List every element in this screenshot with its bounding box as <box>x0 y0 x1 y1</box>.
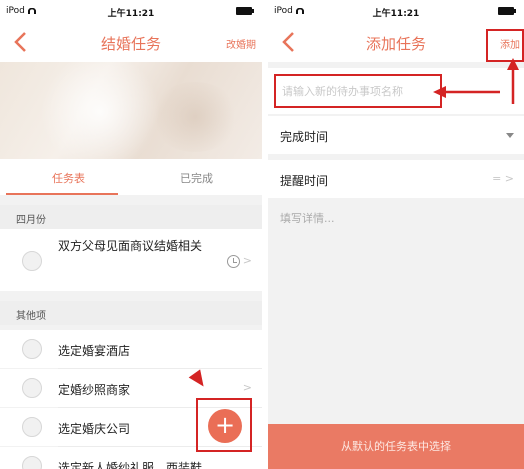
status-bar: iPod 上午11:21 <box>268 0 524 22</box>
chevron-right-icon: > <box>242 254 252 267</box>
chevron-right-icon: > <box>242 381 252 394</box>
item-label: 选定婚宴酒店 <box>58 344 131 358</box>
banner-image <box>0 62 262 159</box>
item-label: 定婚纱照商家 <box>58 383 131 397</box>
task-name-row <box>268 68 524 114</box>
nav-bar: 结婚任务 改婚期 <box>0 22 262 62</box>
page-title: 结婚任务 <box>100 35 161 53</box>
section-header: 四月份 <box>0 205 262 229</box>
task-name-input[interactable] <box>274 74 442 108</box>
list-item[interactable]: 选定婚宴酒店 <box>0 330 262 368</box>
item-label: 选定新人婚纱礼服、西装鞋 <box>58 461 203 469</box>
left-screen: iPod 上午11:21 结婚任务 改婚期 任务表 已完成 四月份 双方父母见面… <box>0 0 262 469</box>
remind-time-row[interactable]: 提醒时间 = > <box>268 160 524 198</box>
dropdown-triangle-icon <box>506 133 514 138</box>
change-date-button[interactable]: 改婚期 <box>226 36 256 51</box>
battery-icon <box>236 7 254 15</box>
checkbox[interactable] <box>22 417 42 437</box>
choose-from-default-button[interactable]: 从默认的任务表中选择 <box>268 424 524 469</box>
active-tab-indicator <box>6 193 118 195</box>
details-area <box>268 202 524 424</box>
item-label: 双方父母见面商议结婚相关 <box>58 239 203 253</box>
tab-bar: 任务表 已完成 <box>0 159 262 195</box>
annotation-box <box>486 29 524 62</box>
status-time: 上午11:21 <box>372 9 420 19</box>
battery-icon <box>498 7 516 15</box>
list-item[interactable]: 双方父母见面商议结婚相关 > <box>0 229 262 291</box>
chevron-right-icon: = > <box>492 172 514 185</box>
section-header: 其他项 <box>0 301 262 325</box>
tab-task-list[interactable]: 任务表 <box>52 170 85 186</box>
annotation-box <box>196 398 252 452</box>
status-time: 上午11:21 <box>107 9 155 19</box>
due-time-label: 完成时间 <box>280 130 329 144</box>
item-label: 选定婚庆公司 <box>58 422 131 436</box>
status-bar: iPod 上午11:21 <box>0 0 262 22</box>
checkbox[interactable] <box>22 378 42 398</box>
details-input[interactable] <box>280 210 510 290</box>
clock-icon <box>227 255 240 268</box>
due-time-row[interactable]: 完成时间 <box>268 116 524 154</box>
checkbox[interactable] <box>22 456 42 469</box>
tab-completed[interactable]: 已完成 <box>180 170 213 186</box>
checkbox[interactable] <box>22 339 42 359</box>
right-screen: iPod 上午11:21 添加任务 添加 完成时间 提醒时间 = > 从默认的任… <box>268 0 524 469</box>
remind-time-label: 提醒时间 <box>280 174 329 188</box>
checkbox[interactable] <box>22 251 42 271</box>
